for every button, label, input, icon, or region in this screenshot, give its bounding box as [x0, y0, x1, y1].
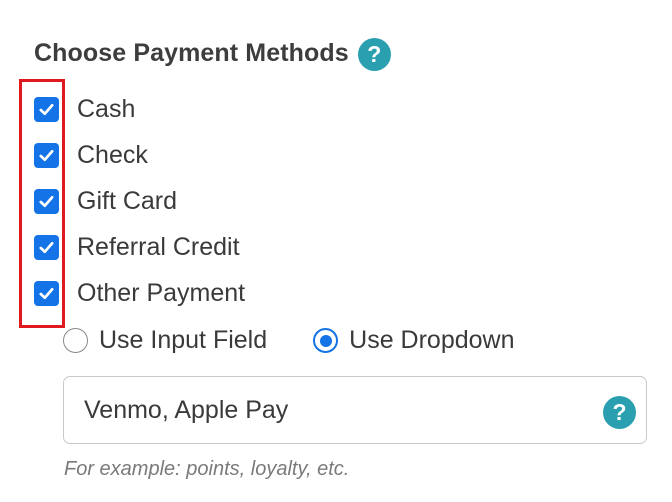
other-payment-hint: For example: points, loyalty, etc.	[64, 458, 350, 480]
use-input-field-radio[interactable]	[63, 328, 88, 353]
payment-method-referral-credit[interactable]: Referral Credit	[34, 224, 245, 270]
use-dropdown-label[interactable]: Use Dropdown	[349, 326, 514, 355]
use-input-field-label[interactable]: Use Input Field	[99, 326, 267, 355]
use-dropdown-radio[interactable]	[313, 328, 339, 353]
check-label[interactable]: Check	[77, 141, 148, 170]
payment-methods-list: Cash Check Gift Card Referral Credit Oth…	[34, 86, 245, 316]
payment-method-check[interactable]: Check	[34, 132, 245, 178]
checkmark-icon	[39, 149, 54, 161]
other-payment-input[interactable]	[84, 377, 584, 443]
checkmark-icon	[39, 287, 54, 299]
checkmark-icon	[39, 103, 54, 115]
payment-method-cash[interactable]: Cash	[34, 86, 245, 132]
section-header: Choose Payment Methods ?	[34, 36, 391, 71]
section-title: Choose Payment Methods	[34, 39, 349, 67]
check-checkbox[interactable]	[34, 142, 59, 168]
other-payment-mode-group: Use Input Field Use Dropdown	[63, 326, 515, 355]
other-payment-checkbox[interactable]	[34, 280, 59, 306]
other-payment-label[interactable]: Other Payment	[77, 279, 245, 308]
use-dropdown-option[interactable]: Use Dropdown	[313, 326, 515, 355]
help-icon[interactable]: ?	[357, 38, 391, 71]
gift-card-label[interactable]: Gift Card	[77, 187, 177, 216]
referral-credit-label[interactable]: Referral Credit	[77, 233, 240, 262]
input-help-icon[interactable]: ?	[603, 396, 636, 429]
cash-checkbox[interactable]	[34, 96, 59, 122]
checkmark-icon	[39, 195, 54, 207]
use-input-field-option[interactable]: Use Input Field	[63, 326, 267, 355]
cash-label[interactable]: Cash	[77, 95, 135, 124]
gift-card-checkbox[interactable]	[34, 188, 59, 214]
other-payment-input-wrapper: ?	[63, 376, 647, 444]
payment-method-other-payment[interactable]: Other Payment	[34, 270, 245, 316]
referral-credit-checkbox[interactable]	[34, 234, 59, 260]
payment-method-gift-card[interactable]: Gift Card	[34, 178, 245, 224]
checkmark-icon	[39, 241, 54, 253]
